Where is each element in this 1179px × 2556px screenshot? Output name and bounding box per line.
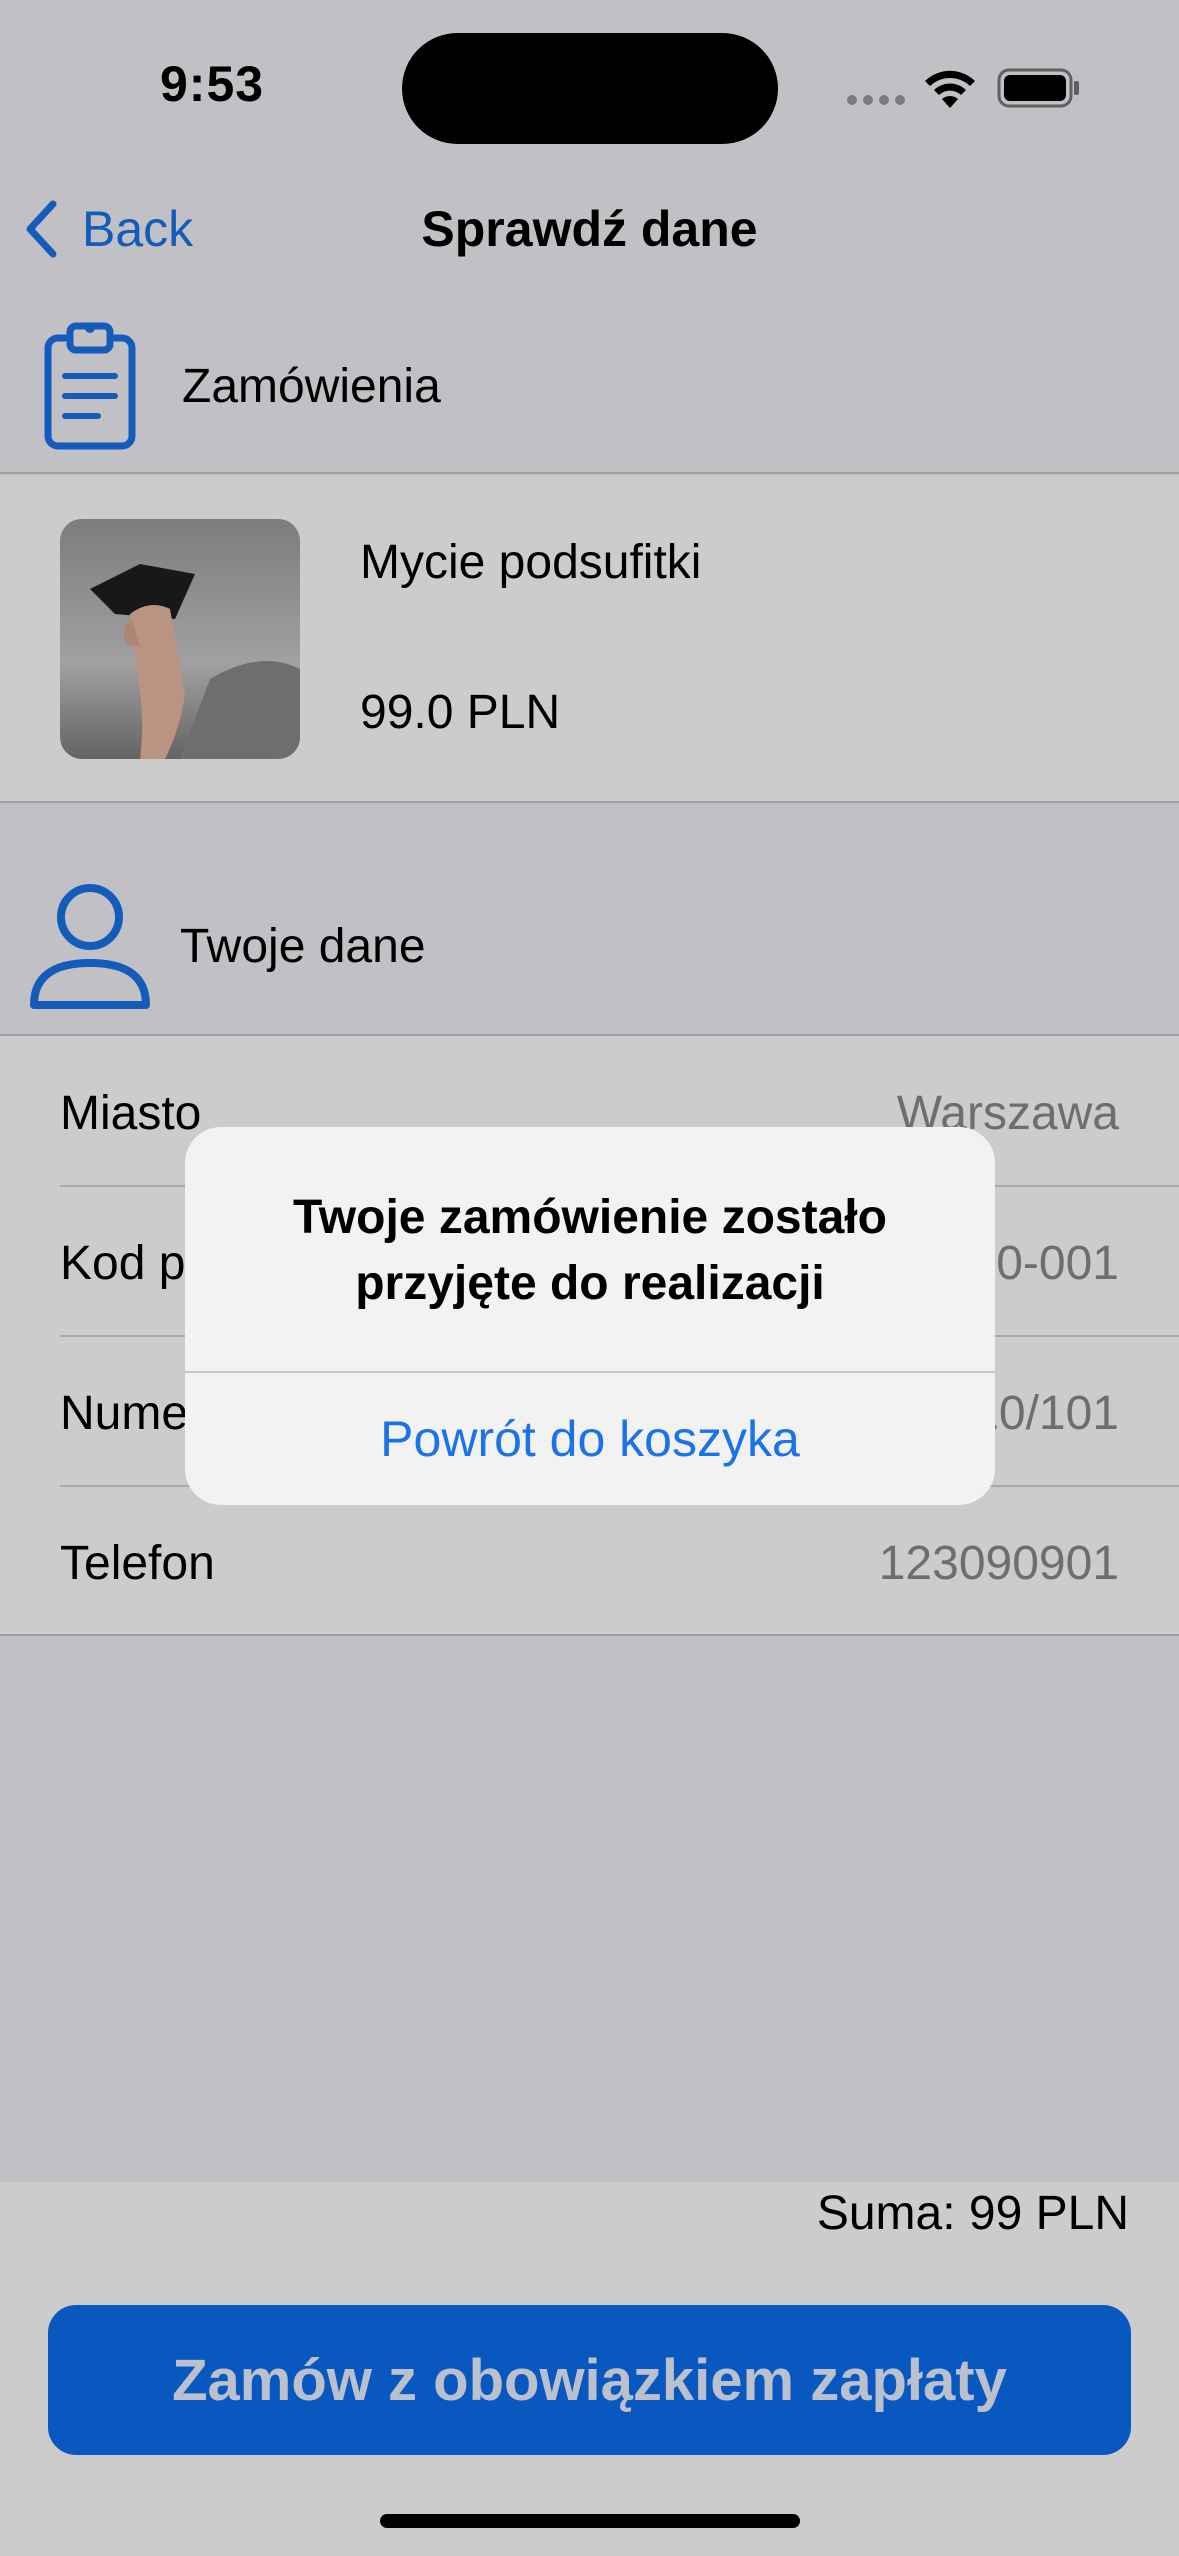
back-to-cart-button[interactable]: Powrót do koszyka xyxy=(185,1373,995,1505)
alert-title: Twoje zamówienie zostało przyjęte do rea… xyxy=(293,1191,887,1310)
order-confirmation-alert: Twoje zamówienie zostało przyjęte do rea… xyxy=(185,1127,995,1505)
